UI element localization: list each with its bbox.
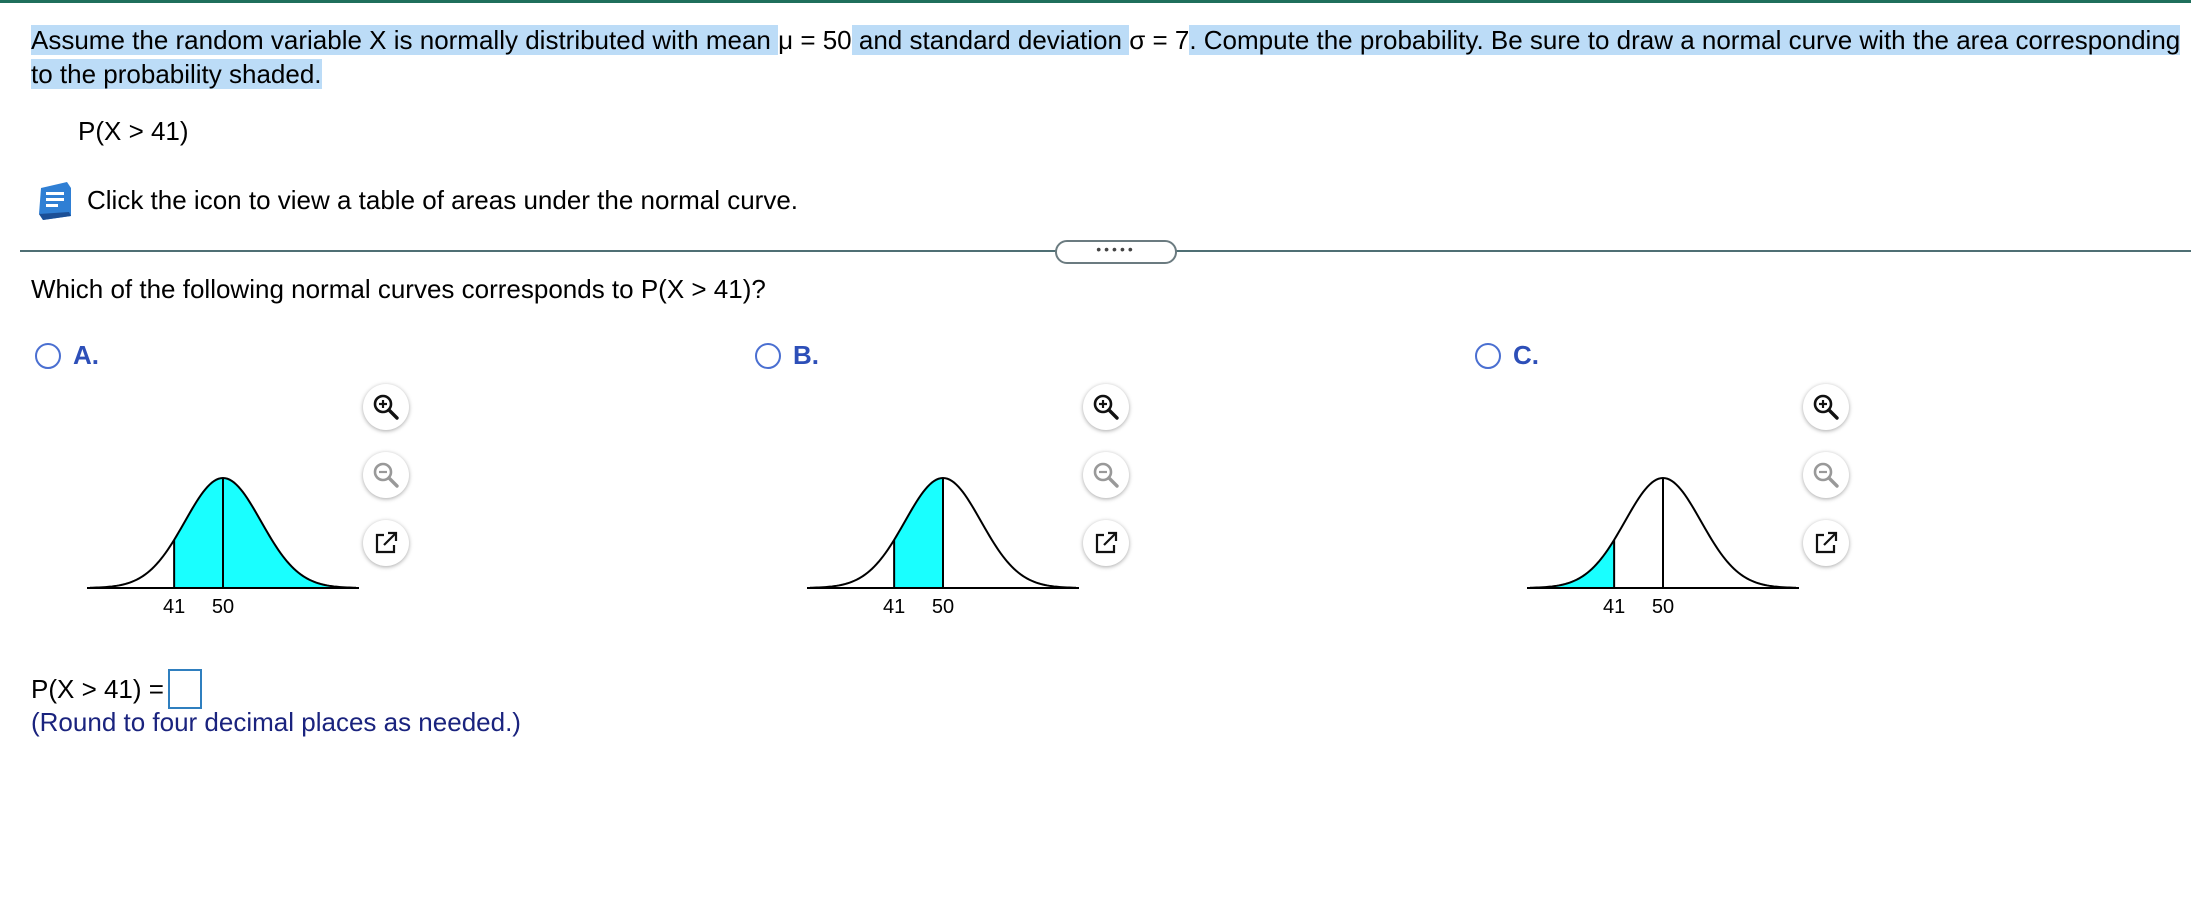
probability-expression: P(X > 41) (78, 116, 189, 146)
answer-label: P(X > 41) = (31, 673, 164, 704)
option-c-label: C. (1513, 340, 1539, 370)
zoom-in-icon (1813, 394, 1839, 420)
tick-label-mean: 50 (932, 596, 954, 618)
option-a-popout-button[interactable] (363, 520, 409, 566)
option-a-label: A. (73, 340, 99, 370)
option-a-zoom-in-button[interactable] (363, 384, 409, 430)
zoom-out-icon (1813, 462, 1839, 488)
option-b-popout-button[interactable] (1083, 520, 1129, 566)
option-a-zoom-out-button[interactable] (363, 452, 409, 498)
zoom-out-icon (373, 462, 399, 488)
zoom-in-icon (373, 394, 399, 420)
option-c-normal-curve: 41 50 (1527, 476, 1799, 618)
zoom-out-icon (1093, 462, 1119, 488)
option-b-label: B. (793, 340, 819, 370)
option-c-radio[interactable] (1475, 343, 1501, 369)
option-c-zoom-in-button[interactable] (1803, 384, 1849, 430)
option-a-radio[interactable] (35, 343, 61, 369)
option-a-normal-curve: 41 50 (87, 476, 359, 618)
option-a: A. 41 50 (33, 340, 753, 630)
problem-statement: Assume the random variable X is normally… (31, 23, 2181, 91)
answer-input[interactable] (167, 669, 202, 709)
option-b-zoom-in-button[interactable] (1083, 384, 1129, 430)
tick-label-mean: 50 (1652, 596, 1674, 618)
option-c-popout-button[interactable] (1803, 520, 1849, 566)
mean-expression: μ = 50 (778, 25, 852, 55)
zoom-in-icon (1093, 394, 1119, 420)
shaded-region (894, 478, 943, 588)
tick-label-cutoff: 41 (883, 596, 905, 618)
option-c: C. 41 50 (1473, 340, 2191, 630)
sd-expression: σ = 7 (1129, 25, 1190, 55)
expand-handle[interactable]: ••••• (1055, 240, 1177, 264)
prompt-text: and standard deviation (851, 25, 1130, 55)
book-icon[interactable] (33, 178, 77, 222)
popout-icon (1095, 531, 1118, 554)
prompt-text: Assume the random variable X is normally… (31, 25, 779, 55)
option-c-zoom-out-button[interactable] (1803, 452, 1849, 498)
tick-label-cutoff: 41 (163, 596, 185, 618)
tick-label-cutoff: 41 (1603, 596, 1625, 618)
popout-icon (1815, 531, 1838, 554)
answer-row: P(X > 41) = (31, 669, 202, 709)
table-link-row: Click the icon to view a table of areas … (33, 178, 798, 222)
rounding-note: (Round to four decimal places as needed.… (31, 707, 521, 737)
question-text: Which of the following normal curves cor… (31, 274, 766, 304)
option-b-normal-curve: 41 50 (807, 476, 1079, 618)
tick-label-mean: 50 (212, 596, 234, 618)
option-b: B. 41 50 (753, 340, 1473, 630)
top-accent-bar (0, 0, 2191, 3)
option-b-radio[interactable] (755, 343, 781, 369)
option-b-zoom-out-button[interactable] (1083, 452, 1129, 498)
table-link-text: Click the icon to view a table of areas … (87, 184, 799, 215)
popout-icon (375, 531, 398, 554)
